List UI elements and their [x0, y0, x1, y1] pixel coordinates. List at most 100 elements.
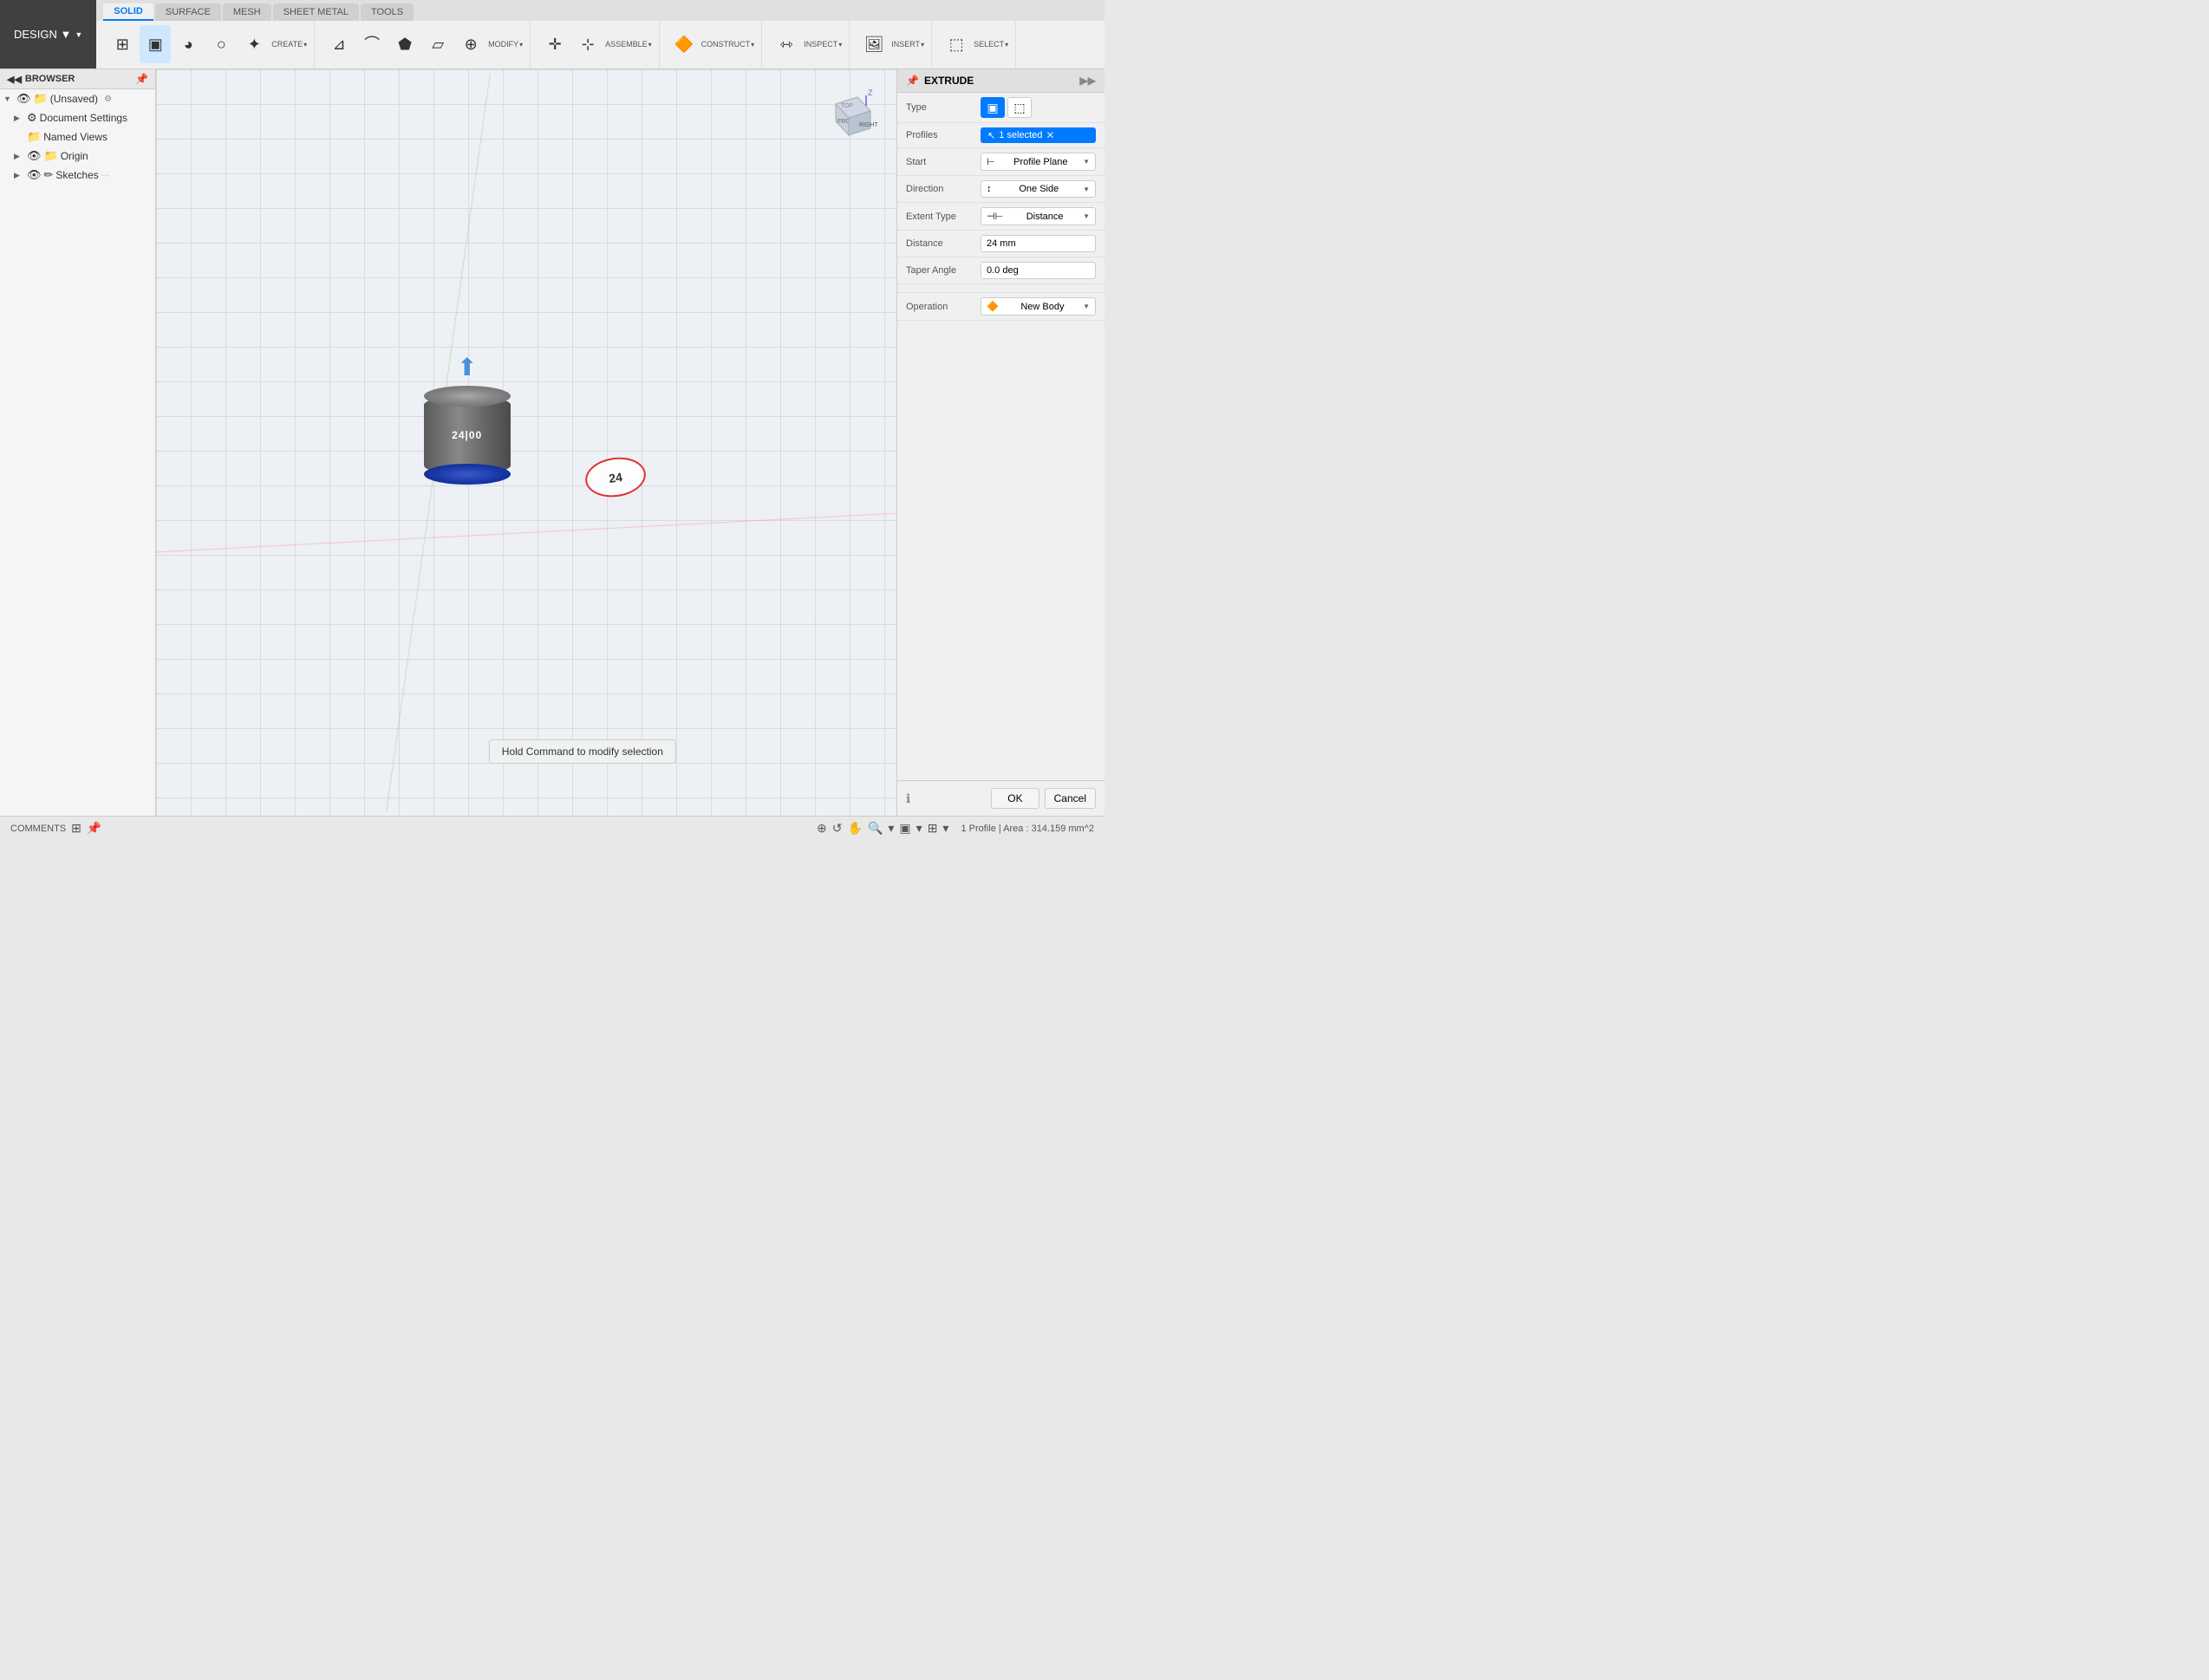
insert-image-icon: 🖼 — [864, 36, 884, 52]
panel-header-left: 📌 EXTRUDE — [906, 75, 974, 87]
tree-item-doc-settings[interactable]: ▶ ⚙ Document Settings — [0, 108, 155, 127]
up-arrow-icon[interactable]: ⬆ — [457, 353, 477, 381]
browser-collapse-icon[interactable]: ◀◀ — [7, 74, 22, 85]
profiles-selected-badge[interactable]: ↖ 1 selected ✕ — [981, 127, 1096, 143]
type-solid-btn[interactable]: ▣ — [981, 97, 1005, 118]
shell-btn[interactable]: ▱ — [422, 25, 453, 63]
insert-group: 🖼 INSERT — [851, 21, 932, 68]
cylinder-3d[interactable]: ⬆ 24|00 — [424, 396, 511, 474]
move-icon[interactable]: ⊕ — [817, 821, 827, 836]
hole-icon: ○ — [217, 36, 226, 52]
bottom-bar: COMMENTS ⊞ 📌 ⊕ ↺ ✋ 🔍 ▾ ▣ ▾ ⊞ ▾ 1 Profile… — [0, 816, 1104, 840]
bottom-left: COMMENTS ⊞ 📌 — [10, 821, 101, 836]
extent-type-dropdown[interactable]: ⊣⊢ Distance — [981, 207, 1096, 225]
pattern-icon: ✦ — [248, 36, 261, 52]
zoom-arrow-icon[interactable]: ▾ — [888, 821, 894, 836]
joint-btn[interactable]: ✛ — [539, 25, 570, 63]
construct-label[interactable]: CONSTRUCT — [701, 40, 755, 49]
new-component-btn[interactable]: ⊞ — [107, 25, 138, 63]
tree-item-root[interactable]: ▼ 👁 📁 (Unsaved) ⚙ — [0, 89, 155, 108]
tree-arrow-doc: ▶ — [14, 114, 24, 123]
extent-type-value: Distance — [1026, 212, 1064, 222]
display-arrow-icon[interactable]: ▾ — [916, 821, 922, 836]
ok-button[interactable]: OK — [991, 788, 1039, 809]
shell-icon: ▱ — [432, 36, 444, 52]
move-btn[interactable]: ⊹ — [572, 25, 603, 63]
tab-mesh[interactable]: MESH — [223, 3, 271, 21]
start-dropdown[interactable]: ⊢ Profile Plane — [981, 153, 1096, 171]
tree-item-sketches[interactable]: ▶ 👁 ✏ Sketches ··· — [0, 166, 155, 185]
measure-btn[interactable]: ⇿ — [771, 25, 802, 63]
insert-label[interactable]: INSERT — [891, 40, 924, 49]
browser-pin-icon[interactable]: 📌 — [135, 73, 148, 85]
design-button[interactable]: DESIGN ▼ — [0, 0, 96, 68]
hole-btn[interactable]: ○ — [205, 25, 237, 63]
tree-icon-sketches: ✏ — [44, 168, 54, 182]
dimension-label: 24|00 — [452, 429, 482, 441]
root-options-icon[interactable]: ⚙ — [104, 94, 112, 104]
tree-label-named-views: Named Views — [43, 131, 108, 143]
insert-image-btn[interactable]: 🖼 — [858, 25, 889, 63]
sidebar-browser: ◀◀ BROWSER 📌 ▼ 👁 📁 (Unsaved) ⚙ ▶ ⚙ Docum… — [0, 69, 156, 816]
panel-row-start: Start ⊢ Profile Plane — [897, 148, 1104, 176]
panel-pin-icon[interactable]: 📌 — [906, 75, 919, 87]
display-icon[interactable]: ▣ — [899, 821, 910, 836]
dimension-annotation[interactable]: 24 — [585, 458, 646, 497]
extrude-panel: 📌 EXTRUDE ▶▶ Type ▣ ⬚ Profiles ↖ 1 selec… — [896, 69, 1104, 816]
press-pull-btn[interactable]: ⊿ — [323, 25, 355, 63]
tree-item-origin[interactable]: ▶ 👁 📁 Origin — [0, 147, 155, 166]
move-icon: ⊹ — [582, 36, 595, 52]
start-value: Profile Plane — [1013, 157, 1067, 167]
tab-sheet-metal[interactable]: SHEET METAL — [273, 3, 359, 21]
nav-cube[interactable]: Z TOP FRONT RIGHT — [810, 87, 879, 156]
assemble-label[interactable]: ASSEMBLE — [605, 40, 652, 49]
extent-type-label: Extent Type — [906, 212, 975, 222]
combine-icon: ⊕ — [465, 36, 478, 52]
offset-plane-btn[interactable]: 🔶 — [668, 25, 700, 63]
distance-label: Distance — [906, 238, 975, 249]
combine-btn[interactable]: ⊕ — [455, 25, 486, 63]
select-icon: ⬚ — [949, 36, 964, 52]
measure-icon: ⇿ — [780, 36, 793, 52]
cancel-button[interactable]: Cancel — [1045, 788, 1096, 809]
distance-input[interactable] — [981, 235, 1096, 252]
tab-surface[interactable]: SURFACE — [155, 3, 221, 21]
fillet-btn[interactable]: ⌒ — [356, 25, 388, 63]
direction-dropdown[interactable]: ↕ One Side — [981, 180, 1096, 198]
inspect-label[interactable]: INSPECT — [804, 40, 842, 49]
grid-icon[interactable]: ⊞ — [928, 821, 938, 836]
taper-input[interactable] — [981, 262, 1096, 279]
operation-label: Operation — [906, 302, 975, 312]
status-right: 1 Profile | Area : 314.159 mm^2 — [961, 824, 1094, 834]
pan-icon[interactable]: ✋ — [848, 821, 863, 836]
grid-arrow-icon[interactable]: ▾ — [942, 821, 948, 836]
chamfer-btn[interactable]: ⬟ — [389, 25, 420, 63]
cylinder-base — [424, 464, 511, 485]
cylinder-top — [424, 386, 511, 407]
comments-expand-icon[interactable]: ⊞ — [71, 821, 81, 836]
revolve-btn[interactable]: ◕ — [173, 25, 204, 63]
svg-text:Z: Z — [868, 88, 873, 97]
select-label[interactable]: SELECT — [974, 40, 1008, 49]
select-btn[interactable]: ⬚ — [941, 25, 972, 63]
type-surface-btn[interactable]: ⬚ — [1007, 97, 1032, 118]
tree-icon-origin: 📁 — [44, 149, 58, 163]
viewport[interactable]: ⬆ 24|00 24 Z — [156, 69, 896, 816]
badge-clear-icon[interactable]: ✕ — [1046, 129, 1054, 141]
panel-expand-icon[interactable]: ▶▶ — [1080, 75, 1096, 87]
orbit-icon[interactable]: ↺ — [832, 821, 843, 836]
dim-circle: 24 — [583, 453, 649, 500]
modify-label[interactable]: MODIFY — [488, 40, 523, 49]
extrude-btn[interactable]: ▣ — [140, 25, 171, 63]
create-label[interactable]: CREATE — [271, 40, 307, 49]
tab-tools[interactable]: TOOLS — [361, 3, 414, 21]
zoom-icon[interactable]: 🔍 — [868, 821, 883, 836]
tree-item-named-views[interactable]: ▶ 📁 Named Views — [0, 127, 155, 147]
select-group: ⬚ SELECT — [934, 21, 1016, 68]
operation-dropdown[interactable]: 🔶 New Body — [981, 297, 1096, 316]
info-icon[interactable]: ℹ — [906, 791, 910, 806]
comments-pin-icon[interactable]: 📌 — [87, 821, 101, 836]
tab-solid[interactable]: SOLID — [103, 3, 153, 21]
pattern-btn[interactable]: ✦ — [238, 25, 270, 63]
tree-icon-eye-origin: 👁 — [27, 149, 42, 163]
